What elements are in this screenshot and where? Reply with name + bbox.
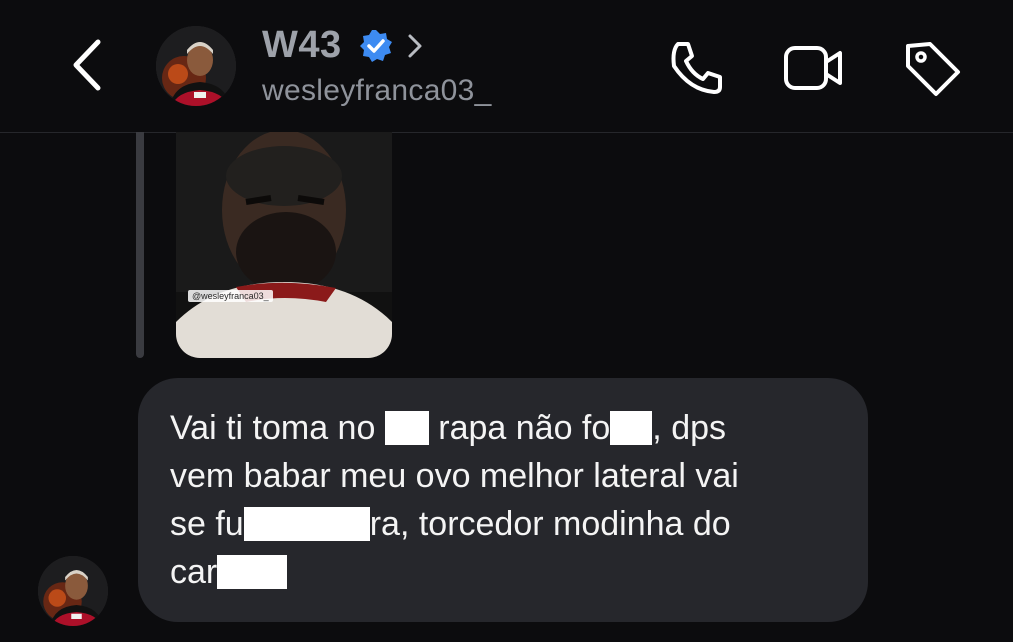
message-line: Vai ti toma no rapa não fo , dps (170, 404, 850, 452)
chevron-right-icon[interactable] (404, 30, 426, 62)
message-text-segment: rapa não fo (428, 409, 611, 447)
contact-username[interactable]: wesleyfranca03_ (262, 74, 492, 108)
message-text-segment: ra, torcedor modinha do (369, 505, 731, 543)
back-button[interactable] (62, 32, 118, 98)
chat-screen: W43 wesleyfranca03_ @wesleyfranca03_ Vai… (0, 0, 1013, 642)
phone-icon (671, 42, 722, 94)
message-text-segment: , dps (652, 409, 727, 447)
message-line: se fu ra, torcedor modinha do (170, 500, 850, 548)
message-text-segment: vem babar meu ovo melhor lateral vai (170, 457, 739, 495)
message-line: vem babar meu ovo melhor lateral vai (170, 452, 850, 500)
message-text-segment: Vai ti toma no (170, 409, 385, 447)
message-text: Vai ti toma no rapa não fo , dps vem baba… (170, 404, 850, 596)
contact-name[interactable]: W43 (262, 24, 342, 67)
story-image (176, 132, 392, 358)
message-text-segment: car (170, 553, 218, 591)
tag-icon (906, 42, 960, 96)
message-text-segment: se fu (170, 505, 244, 543)
redaction-block (384, 411, 429, 445)
chevron-left-icon (73, 39, 101, 91)
chat-header: W43 wesleyfranca03_ (0, 0, 1013, 133)
avatar-image (38, 556, 108, 626)
video-camera-icon (784, 46, 842, 90)
redaction-block (243, 507, 370, 541)
reply-indicator-bar (136, 132, 144, 358)
message-bubble[interactable]: Vai ti toma no rapa não fo , dps vem baba… (138, 378, 868, 622)
video-call-button[interactable] (782, 36, 846, 100)
avatar-image (156, 26, 236, 106)
message-line: car (170, 548, 850, 596)
call-button[interactable] (664, 36, 728, 100)
tag-button[interactable] (900, 36, 964, 100)
story-reply-thumbnail[interactable] (176, 132, 392, 358)
story-mention-tag: @wesleyfranca03_ (188, 290, 273, 302)
verified-badge-icon (360, 30, 392, 62)
sender-avatar[interactable] (38, 556, 108, 626)
redaction-block (217, 555, 288, 589)
redaction-block (610, 411, 653, 445)
avatar[interactable] (156, 26, 236, 106)
